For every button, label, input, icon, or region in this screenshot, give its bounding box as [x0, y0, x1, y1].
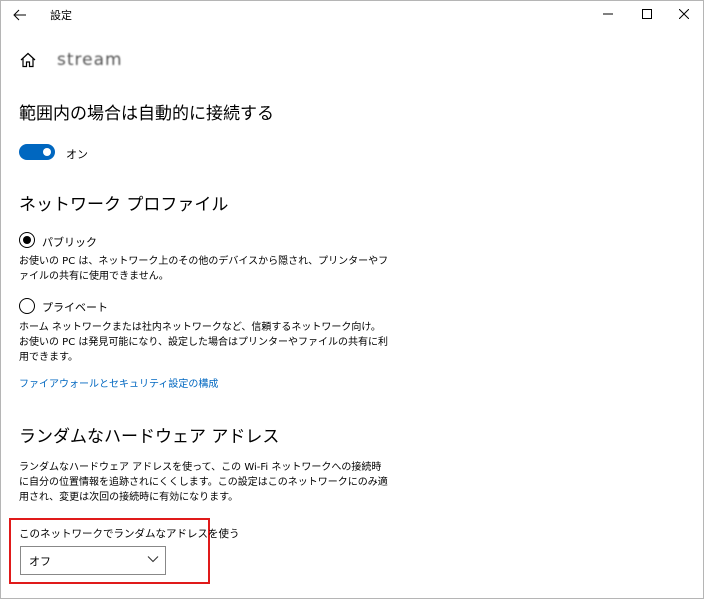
random-hw-title: ランダムなハードウェア アドレス — [19, 427, 280, 447]
close-icon — [679, 9, 689, 19]
home-icon — [20, 52, 36, 68]
app-title: 設定 — [50, 9, 72, 22]
auto-connect-title: 範囲内の場合は自動的に接続する — [19, 104, 274, 124]
close-button[interactable] — [669, 0, 699, 28]
arrow-left-icon — [13, 9, 26, 21]
private-description: ホーム ネットワークまたは社内ネットワークなど、信頼するネットワーク向け。お使い… — [19, 322, 388, 363]
title-bar: 設定 — [0, 0, 704, 30]
random-address-label: このネットワークでランダムなアドレスを使う — [19, 528, 240, 540]
random-hw-description: ランダムなハードウェア アドレスを使って、この Wi-Fi ネットワークへの接続… — [19, 462, 388, 503]
dropdown-value: オフ — [29, 555, 51, 568]
toggle-state-label: オン — [66, 148, 88, 161]
radio-private-label[interactable]: プライベート — [42, 299, 108, 315]
random-address-dropdown[interactable]: オフ — [20, 546, 166, 575]
radio-selected-dot — [23, 236, 31, 244]
radio-private[interactable] — [19, 298, 35, 314]
back-button[interactable] — [8, 4, 32, 26]
radio-public[interactable] — [19, 232, 35, 248]
network-profile-title: ネットワーク プロファイル — [19, 195, 229, 215]
minimize-button[interactable] — [593, 0, 623, 28]
toggle-knob — [43, 148, 51, 156]
auto-connect-toggle[interactable] — [19, 144, 55, 160]
public-description: お使いの PC は、ネットワーク上のその他のデバイスから隠され、プリンターやファ… — [19, 256, 389, 282]
minimize-icon — [603, 13, 613, 15]
firewall-settings-link[interactable]: ファイアウォールとセキュリティ設定の構成 — [19, 375, 218, 390]
home-button[interactable] — [19, 51, 39, 71]
maximize-button[interactable] — [632, 0, 662, 28]
maximize-icon — [642, 9, 652, 19]
network-name: stream — [57, 50, 123, 70]
chevron-down-icon — [147, 556, 159, 563]
radio-public-label[interactable]: パブリック — [42, 234, 97, 250]
